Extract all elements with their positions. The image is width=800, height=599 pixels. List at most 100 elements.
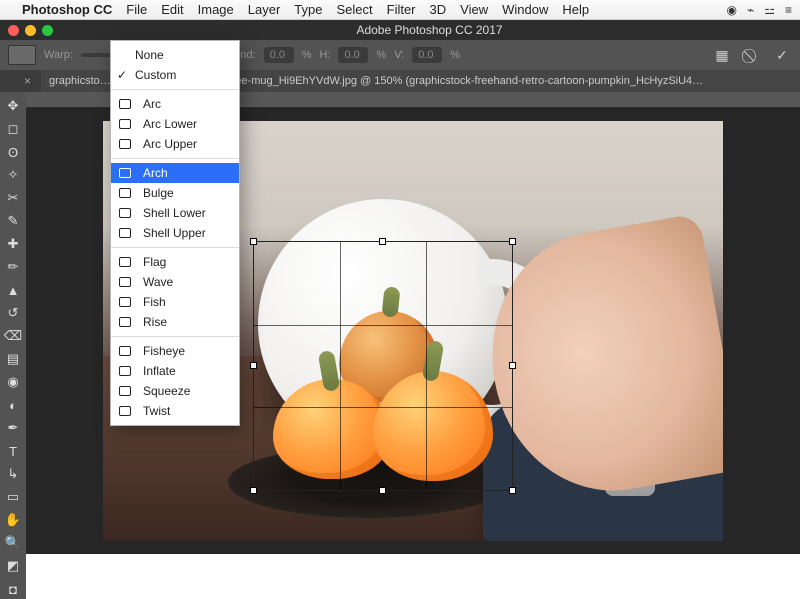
- toggle-warp-icon[interactable]: ▦: [712, 45, 732, 65]
- grid-line: [254, 325, 512, 326]
- warp-bulge[interactable]: Bulge: [111, 183, 239, 203]
- warp-fish[interactable]: Fish: [111, 292, 239, 312]
- tool-stamp[interactable]: ▲: [2, 280, 24, 300]
- warp-none[interactable]: None: [111, 45, 239, 65]
- bend-input[interactable]: 0.0: [264, 47, 294, 63]
- warp-rise[interactable]: Rise: [111, 312, 239, 332]
- inflate-icon: [119, 366, 131, 376]
- control-icon[interactable]: ≡: [785, 3, 792, 17]
- handle-mr[interactable]: [509, 362, 516, 369]
- warp-arc-lower[interactable]: Arc Lower: [111, 114, 239, 134]
- menu-image[interactable]: Image: [198, 2, 234, 17]
- tool-move[interactable]: ✥: [2, 96, 24, 116]
- tab-1-label: graphicsto…: [49, 75, 111, 87]
- window-title: Adobe Photoshop CC 2017: [59, 23, 800, 37]
- v-unit: %: [450, 49, 460, 61]
- warp-label: Warp:: [44, 49, 73, 61]
- warp-arc-upper[interactable]: Arc Upper: [111, 134, 239, 154]
- arc-lower-icon: [119, 119, 131, 129]
- warp-custom[interactable]: ✓Custom: [111, 65, 239, 85]
- tool-marquee[interactable]: ◻: [2, 119, 24, 139]
- warp-shell-lower[interactable]: Shell Lower: [111, 203, 239, 223]
- zoom-window[interactable]: [42, 25, 53, 36]
- tool-wand[interactable]: ✧: [2, 165, 24, 185]
- grid-line: [426, 242, 427, 490]
- tool-heal[interactable]: ✚: [2, 234, 24, 254]
- tool-history[interactable]: ↺: [2, 303, 24, 323]
- h-label: H:: [319, 49, 330, 61]
- warp-flag[interactable]: Flag: [111, 252, 239, 272]
- window-titlebar: Adobe Photoshop CC 2017: [0, 20, 800, 40]
- warp-squeeze[interactable]: Squeeze: [111, 381, 239, 401]
- checkmark-icon: ✓: [117, 68, 127, 82]
- menu-select[interactable]: Select: [336, 2, 372, 17]
- tool-quickmask[interactable]: ◘: [2, 579, 24, 599]
- tool-fgbg[interactable]: ◩: [2, 556, 24, 576]
- menu-window[interactable]: Window: [502, 2, 548, 17]
- rise-icon: [119, 317, 131, 327]
- warp-wave[interactable]: Wave: [111, 272, 239, 292]
- cancel-transform-icon[interactable]: ⃠: [742, 45, 762, 65]
- warp-inflate[interactable]: Inflate: [111, 361, 239, 381]
- menu-type[interactable]: Type: [294, 2, 322, 17]
- warp-arch[interactable]: Arch: [111, 163, 239, 183]
- menu-3d[interactable]: 3D: [430, 2, 447, 17]
- menu-help[interactable]: Help: [562, 2, 589, 17]
- transform-box[interactable]: [253, 241, 513, 491]
- close-window[interactable]: [8, 25, 19, 36]
- menu-separator: [111, 247, 239, 248]
- warp-fisheye[interactable]: Fisheye: [111, 341, 239, 361]
- tool-crop[interactable]: ✂: [2, 188, 24, 208]
- cc-sync-icon[interactable]: ◉: [727, 3, 737, 17]
- h-unit: %: [376, 49, 386, 61]
- menu-view[interactable]: View: [460, 2, 488, 17]
- bluetooth-icon[interactable]: ⌁: [747, 3, 754, 17]
- warp-twist[interactable]: Twist: [111, 401, 239, 421]
- tool-brush[interactable]: ✏: [2, 257, 24, 277]
- arc-icon: [119, 99, 131, 109]
- wifi-icon[interactable]: ⚍: [764, 3, 775, 17]
- handle-tl[interactable]: [250, 238, 257, 245]
- photoshop-window: Adobe Photoshop CC 2017 Warp: ▭ Bend: 0.…: [0, 20, 800, 554]
- tool-eyedropper[interactable]: ✎: [2, 211, 24, 231]
- tool-shape[interactable]: ▭: [2, 487, 24, 507]
- tool-pen[interactable]: ✒: [2, 418, 24, 438]
- tool-blur[interactable]: ◉: [2, 372, 24, 392]
- arc-upper-icon: [119, 139, 131, 149]
- handle-bm[interactable]: [379, 487, 386, 494]
- shell-upper-icon: [119, 228, 131, 238]
- commit-transform-icon[interactable]: ✓: [772, 45, 792, 65]
- warp-shell-upper[interactable]: Shell Upper: [111, 223, 239, 243]
- handle-ml[interactable]: [250, 362, 257, 369]
- warp-style-menu: None ✓Custom Arc Arc Lower Arc Upper Arc…: [110, 40, 240, 426]
- menu-filter[interactable]: Filter: [387, 2, 416, 17]
- macos-menubar: Photoshop CC File Edit Image Layer Type …: [0, 0, 800, 20]
- minimize-window[interactable]: [25, 25, 36, 36]
- bend-unit: %: [302, 49, 312, 61]
- menu-layer[interactable]: Layer: [248, 2, 281, 17]
- menu-file[interactable]: File: [126, 2, 147, 17]
- tool-gradient[interactable]: ▤: [2, 349, 24, 369]
- h-input[interactable]: 0.0: [338, 47, 368, 63]
- tool-hand[interactable]: ✋: [2, 510, 24, 530]
- tool-path[interactable]: ↳: [2, 464, 24, 484]
- warp-arc[interactable]: Arc: [111, 94, 239, 114]
- menu-edit[interactable]: Edit: [161, 2, 183, 17]
- app-menu[interactable]: Photoshop CC: [22, 2, 112, 17]
- handle-tm[interactable]: [379, 238, 386, 245]
- handle-br[interactable]: [509, 487, 516, 494]
- handle-tr[interactable]: [509, 238, 516, 245]
- tool-eraser[interactable]: ⌫: [2, 326, 24, 346]
- tool-lasso[interactable]: ʘ: [2, 142, 24, 162]
- tool-dodge[interactable]: ◐: [2, 395, 24, 415]
- menu-separator: [111, 89, 239, 90]
- tool-type[interactable]: T: [2, 441, 24, 461]
- document-tab-1[interactable]: graphicsto…: [41, 70, 115, 92]
- squeeze-icon: [119, 386, 131, 396]
- tool-zoom[interactable]: 🔍: [2, 533, 24, 553]
- handle-bl[interactable]: [250, 487, 257, 494]
- v-input[interactable]: 0.0: [412, 47, 442, 63]
- flag-icon: [119, 257, 131, 267]
- transform-thumb-icon[interactable]: [8, 45, 36, 65]
- menu-separator: [111, 336, 239, 337]
